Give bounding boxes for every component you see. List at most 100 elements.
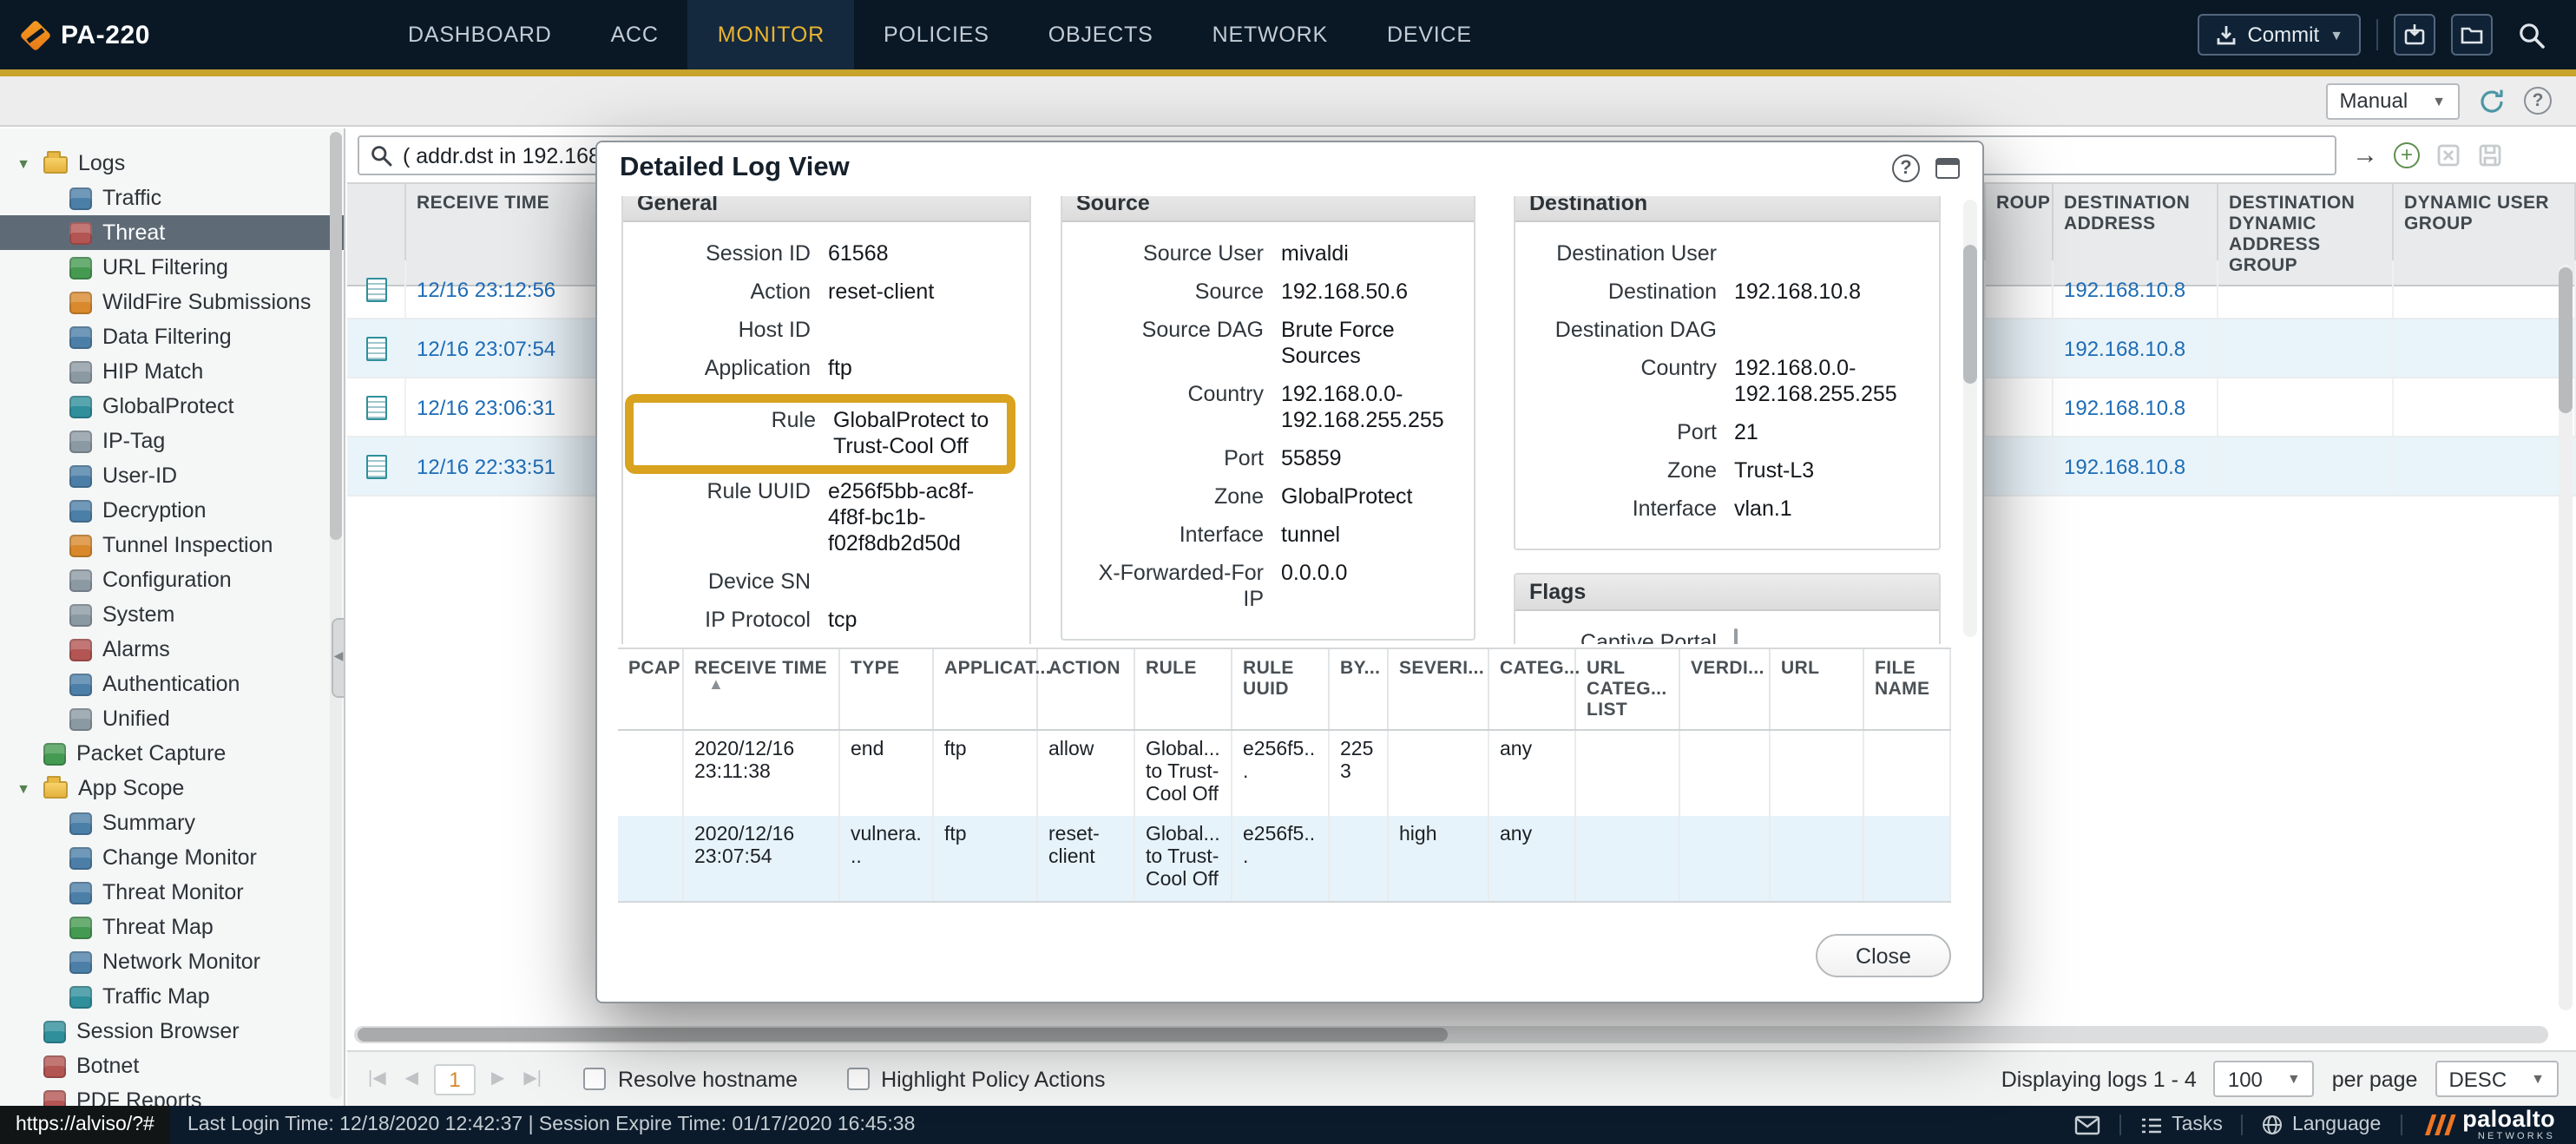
next-page-icon[interactable]: ▶ (488, 1069, 508, 1088)
previous-page-icon[interactable]: ◀ (402, 1069, 422, 1088)
captive-portal-checkbox[interactable] (1734, 628, 1738, 644)
sidebar-item-traffic-map[interactable]: Traffic Map (0, 979, 344, 1014)
tab-dashboard[interactable]: DASHBOARD (378, 0, 582, 69)
sidebar-item-url-filtering[interactable]: URL Filtering (0, 250, 344, 285)
log-detail-icon[interactable] (365, 454, 386, 478)
help-icon[interactable]: ? (2524, 87, 2552, 115)
sidebar-item-wildfire-submissions[interactable]: WildFire Submissions (0, 285, 344, 319)
sidebar-item-network-monitor[interactable]: Network Monitor (0, 944, 344, 979)
resolve-hostname-checkbox[interactable] (583, 1068, 606, 1090)
scrollbar-thumb[interactable] (358, 1028, 1448, 1042)
type-column-header[interactable]: TYPE (840, 649, 934, 729)
category-column-header[interactable]: CATEG... (1489, 649, 1580, 729)
alerts-envelope-icon[interactable] (2074, 1114, 2100, 1135)
sidebar-item-user-id[interactable]: User-ID (0, 458, 344, 493)
destination-address-cell[interactable]: 192.168.10.8 (2054, 260, 2218, 318)
sidebar-item-hip-match[interactable]: HIP Match (0, 354, 344, 389)
sidebar-group-logs[interactable]: ▼ Logs (0, 146, 344, 181)
rule-column-header[interactable]: RULE (1135, 649, 1232, 729)
tasks-button[interactable]: Tasks (2140, 1114, 2223, 1135)
add-filter-icon[interactable]: + (2394, 142, 2420, 168)
sidebar-group-app-scope[interactable]: ▼ App Scope (0, 771, 344, 805)
url-category-list-column-header[interactable]: URL CATEG... LIST (1576, 649, 1680, 729)
sidebar-item-alarms[interactable]: Alarms (0, 632, 344, 667)
destination-address-value: 192.168.10.8 (1734, 279, 1861, 304)
tab-network[interactable]: NETWORK (1183, 0, 1357, 69)
main-horizontal-scrollbar[interactable] (354, 1026, 2548, 1043)
tab-objects[interactable]: OBJECTS (1019, 0, 1183, 69)
scrollbar-thumb[interactable] (330, 132, 342, 540)
sidebar-item-ip-tag[interactable]: IP-Tag (0, 424, 344, 458)
refresh-icon[interactable] (2477, 86, 2507, 115)
action-column-header[interactable]: ACTION (1038, 649, 1135, 729)
sidebar-item-threat[interactable]: Threat (0, 215, 344, 250)
language-button[interactable]: Language (2263, 1114, 2381, 1135)
sidebar-item-unified[interactable]: Unified (0, 701, 344, 736)
url-column-header[interactable]: URL (1771, 649, 1864, 729)
system-icon (69, 603, 92, 626)
close-button[interactable]: Close (1816, 934, 1951, 977)
log-detail-icon[interactable] (365, 395, 386, 419)
commit-button[interactable]: Commit ▼ (2197, 14, 2361, 56)
help-icon[interactable]: ? (1892, 155, 1920, 182)
destination-address-cell[interactable]: 192.168.10.8 (2054, 378, 2218, 436)
scrollbar-thumb[interactable] (2559, 267, 2573, 413)
commit-mode-select[interactable]: Manual ▼ (2325, 82, 2460, 119)
apply-filter-icon[interactable]: → (2352, 142, 2378, 168)
sidebar-item-configuration[interactable]: Configuration (0, 562, 344, 597)
packet-capture-icon (43, 742, 66, 765)
tab-monitor[interactable]: MONITOR (687, 0, 854, 69)
sidebar-item-session-browser[interactable]: Session Browser (0, 1014, 344, 1049)
sidebar-scrollbar[interactable] (330, 132, 342, 1099)
scrollbar-thumb[interactable] (1963, 245, 1977, 384)
search-icon (371, 146, 392, 167)
sidebar-item-change-monitor[interactable]: Change Monitor (0, 840, 344, 875)
first-page-icon[interactable]: |◀ (365, 1069, 390, 1088)
sort-order-select[interactable]: DESC ▼ (2435, 1061, 2559, 1097)
log-detail-icon[interactable] (365, 336, 386, 360)
sidebar-item-pdf-reports[interactable]: PDF Reports (0, 1083, 344, 1106)
sidebar-item-botnet[interactable]: Botnet (0, 1049, 344, 1083)
bytes-column-header[interactable]: BY... (1330, 649, 1389, 729)
related-log-row-selected[interactable]: 2020/12/16 23:07:54 vulnera... ftp reset… (618, 816, 1951, 901)
last-page-icon[interactable]: ▶| (520, 1069, 545, 1088)
sidebar-item-traffic[interactable]: Traffic (0, 181, 344, 215)
sidebar-collapse-handle[interactable]: ◀ (332, 618, 344, 698)
destination-address-cell[interactable]: 192.168.10.8 (2054, 437, 2218, 495)
highlight-policy-actions-checkbox[interactable] (846, 1068, 870, 1090)
sidebar-item-decryption[interactable]: Decryption (0, 493, 344, 528)
sidebar-item-authentication[interactable]: Authentication (0, 667, 344, 701)
receive-time-column-header[interactable]: RECEIVE TIME ▲ (684, 649, 840, 729)
application-column-header[interactable]: APPLICAT... (934, 649, 1051, 729)
clear-filter-icon[interactable] (2435, 142, 2461, 168)
verdict-column-header[interactable]: VERDI... (1680, 649, 1771, 729)
severity-column-header[interactable]: SEVERI... (1389, 649, 1489, 729)
tab-device[interactable]: DEVICE (1357, 0, 1502, 69)
global-search-button[interactable] (2508, 12, 2553, 57)
open-config-button[interactable] (2451, 14, 2493, 56)
pcap-column-header[interactable]: PCAP (618, 649, 684, 729)
file-name-column-header[interactable]: FILE NAME (1864, 649, 1951, 729)
main-vertical-scrollbar[interactable] (2559, 264, 2573, 1010)
save-config-button[interactable] (2394, 14, 2435, 56)
save-filter-icon[interactable] (2477, 142, 2503, 168)
modal-scrollbar[interactable] (1963, 200, 1977, 637)
sidebar-item-summary[interactable]: Summary (0, 805, 344, 840)
popout-window-icon[interactable] (1935, 158, 1960, 179)
sidebar-item-threat-monitor[interactable]: Threat Monitor (0, 875, 344, 910)
sidebar-item-system[interactable]: System (0, 597, 344, 632)
log-detail-icon[interactable] (365, 277, 386, 301)
tab-acc[interactable]: ACC (582, 0, 688, 69)
sidebar-item-globalprotect[interactable]: GlobalProtect (0, 389, 344, 424)
related-log-row[interactable]: 2020/12/16 23:11:38 end ftp allow Global… (618, 731, 1951, 816)
sidebar-item-threat-map[interactable]: Threat Map (0, 910, 344, 944)
sidebar-item-data-filtering[interactable]: Data Filtering (0, 319, 344, 354)
ip-tag-icon (69, 430, 92, 452)
destination-address-cell[interactable]: 192.168.10.8 (2054, 319, 2218, 377)
sidebar-item-packet-capture[interactable]: Packet Capture (0, 736, 344, 771)
tab-policies[interactable]: POLICIES (854, 0, 1019, 69)
sidebar-item-tunnel-inspection[interactable]: Tunnel Inspection (0, 528, 344, 562)
rule-uuid-column-header[interactable]: RULE UUID (1232, 649, 1330, 729)
page-size-select[interactable]: 100 ▼ (2213, 1061, 2315, 1097)
page-number-field[interactable]: 1 (434, 1063, 476, 1095)
